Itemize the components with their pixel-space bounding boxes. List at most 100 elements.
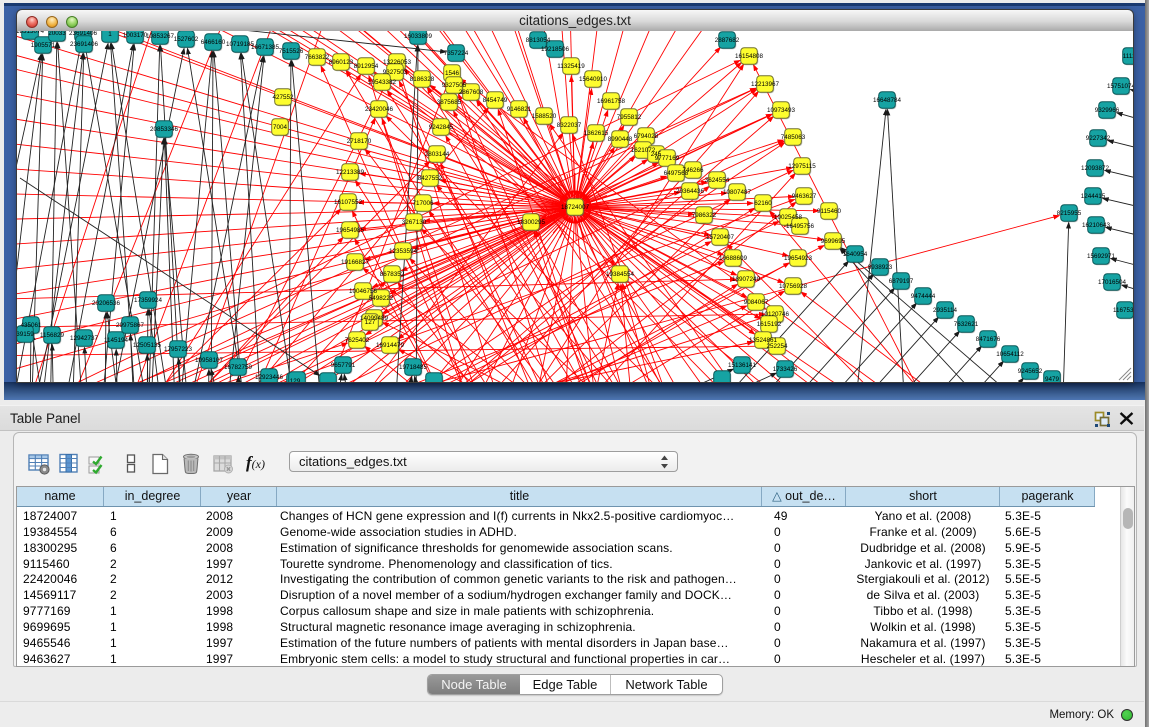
svg-text:9227342: 9227342 <box>1086 135 1111 142</box>
svg-text:16033809: 16033809 <box>404 33 433 40</box>
svg-text:9777169: 9777169 <box>655 155 680 162</box>
svg-text:10120746: 10120746 <box>761 311 790 318</box>
svg-text:20033: 20033 <box>48 31 66 37</box>
svg-text:12213967: 12213967 <box>751 81 780 88</box>
svg-text:19654985: 19654985 <box>336 227 365 234</box>
svg-text:3875685: 3875685 <box>437 99 462 106</box>
svg-text:10853267: 10853267 <box>146 33 175 40</box>
svg-text:16495756: 16495756 <box>786 223 815 230</box>
svg-text:8678352: 8678352 <box>380 271 405 278</box>
svg-text:12213389: 12213389 <box>336 169 365 176</box>
svg-text:1527602: 1527602 <box>174 36 199 43</box>
svg-text:2867608: 2867608 <box>459 89 484 96</box>
svg-text:39159: 39159 <box>17 331 34 338</box>
svg-text:9115460: 9115460 <box>817 208 842 215</box>
svg-text:15136141: 15136141 <box>728 362 757 369</box>
svg-text:15692971: 15692971 <box>1087 253 1116 260</box>
svg-text:7625402: 7625402 <box>345 337 370 344</box>
svg-text:2718170: 2718170 <box>347 138 372 145</box>
svg-text:10046756: 10046756 <box>349 288 378 295</box>
svg-text:7357224: 7357224 <box>444 50 469 57</box>
svg-text:15751074: 15751074 <box>1107 83 1133 90</box>
svg-text:19654923: 19654923 <box>784 255 813 262</box>
svg-text:1905571: 1905571 <box>31 42 56 49</box>
svg-text:1145194: 1145194 <box>104 337 129 344</box>
svg-text:8912954: 8912954 <box>354 63 379 70</box>
svg-text:9245652: 9245652 <box>1018 368 1043 375</box>
svg-text:5498222: 5498222 <box>369 295 394 302</box>
svg-text:10973493: 10973493 <box>767 107 796 114</box>
svg-text:18313074: 18313074 <box>17 31 44 35</box>
svg-text:18300295: 18300295 <box>517 219 546 226</box>
svg-text:13226053: 13226053 <box>383 59 412 66</box>
svg-text:23691406: 23691406 <box>69 31 98 37</box>
svg-text:435061: 435061 <box>20 322 42 329</box>
svg-text:3267130: 3267130 <box>402 219 427 226</box>
svg-text:17957223: 17957223 <box>164 346 193 353</box>
svg-text:7986322: 7986322 <box>692 212 717 219</box>
svg-text:15640910: 15640910 <box>579 76 608 83</box>
svg-text:16961758: 16961758 <box>597 98 626 105</box>
svg-text:17016504: 17016504 <box>1098 279 1127 286</box>
svg-text:9146821: 9146821 <box>507 106 532 113</box>
svg-text:8813054: 8813054 <box>526 37 551 44</box>
svg-text:20364436: 20364436 <box>676 188 705 195</box>
svg-text:10543382: 10543382 <box>368 79 397 86</box>
svg-text:9327503: 9327503 <box>383 69 408 76</box>
svg-text:6879197: 6879197 <box>889 278 914 285</box>
svg-text:12353594: 12353594 <box>389 248 418 255</box>
svg-text:12975115: 12975115 <box>788 163 816 170</box>
svg-text:2803144: 2803144 <box>425 151 450 158</box>
svg-text:1003170: 1003170 <box>123 32 148 39</box>
svg-text:8186328: 8186328 <box>410 76 435 83</box>
svg-text:9474444: 9474444 <box>911 293 936 300</box>
svg-text:19218506: 19218506 <box>541 46 570 53</box>
svg-text:1733426: 1733426 <box>773 366 798 373</box>
svg-text:9699695: 9699695 <box>821 238 846 245</box>
svg-text:10807487: 10807487 <box>723 189 752 196</box>
svg-text:8990448: 8990448 <box>608 136 633 143</box>
svg-text:19166827: 19166827 <box>341 259 370 266</box>
svg-text:7955812: 7955812 <box>617 114 642 121</box>
svg-text:9327505: 9327505 <box>442 82 467 89</box>
svg-text:2887682: 2887682 <box>715 37 740 44</box>
svg-text:9242845: 9242845 <box>429 124 454 131</box>
svg-text:17359924: 17359924 <box>134 297 163 304</box>
svg-text:7485063: 7485063 <box>781 134 806 141</box>
svg-text:9084067: 9084067 <box>744 299 769 306</box>
svg-text:16914479: 16914479 <box>376 342 405 349</box>
svg-text:1640954: 1640954 <box>843 251 868 258</box>
svg-text:9657791: 9657791 <box>331 362 356 369</box>
svg-text:8322037: 8322037 <box>557 122 582 129</box>
svg-text:6466160: 6466160 <box>201 39 226 46</box>
svg-text:15720407: 15720407 <box>706 234 735 241</box>
svg-text:6497568: 6497568 <box>664 170 689 177</box>
svg-text:10958107: 10958107 <box>195 357 224 364</box>
svg-text:12923446: 12923446 <box>255 374 284 381</box>
svg-text:8454749: 8454749 <box>483 97 508 104</box>
svg-text:7663822: 7663822 <box>305 54 330 61</box>
svg-text:23691406: 23691406 <box>70 41 99 48</box>
svg-text:6794028: 6794028 <box>634 133 659 140</box>
svg-text:8960123: 8960123 <box>329 59 354 66</box>
svg-text:252254: 252254 <box>766 343 788 350</box>
svg-text:20206536: 20206536 <box>92 300 121 307</box>
svg-text:19384554: 19384554 <box>606 271 635 278</box>
svg-text:1: 1 <box>108 31 112 38</box>
svg-text:8427552: 8427552 <box>418 175 443 182</box>
svg-text:16154808: 16154808 <box>735 53 764 60</box>
svg-text:16648784: 16648784 <box>873 97 902 104</box>
svg-text:23420046: 23420046 <box>365 106 394 113</box>
svg-text:16671385: 16671385 <box>251 44 280 51</box>
svg-text:12093872: 12093872 <box>1081 165 1110 172</box>
svg-text:2935114: 2935114 <box>933 307 958 314</box>
svg-text:1588520: 1588520 <box>532 113 557 120</box>
svg-text:10025458: 10025458 <box>774 214 803 221</box>
svg-text:717006: 717006 <box>412 200 434 207</box>
svg-text:1362615: 1362615 <box>584 130 609 137</box>
svg-text:8215955: 8215955 <box>1057 210 1082 217</box>
svg-text:18724007: 18724007 <box>561 204 590 211</box>
svg-text:1167533: 1167533 <box>1113 307 1133 314</box>
svg-text:7004: 7004 <box>273 124 288 131</box>
svg-text:11121: 11121 <box>1123 53 1133 60</box>
